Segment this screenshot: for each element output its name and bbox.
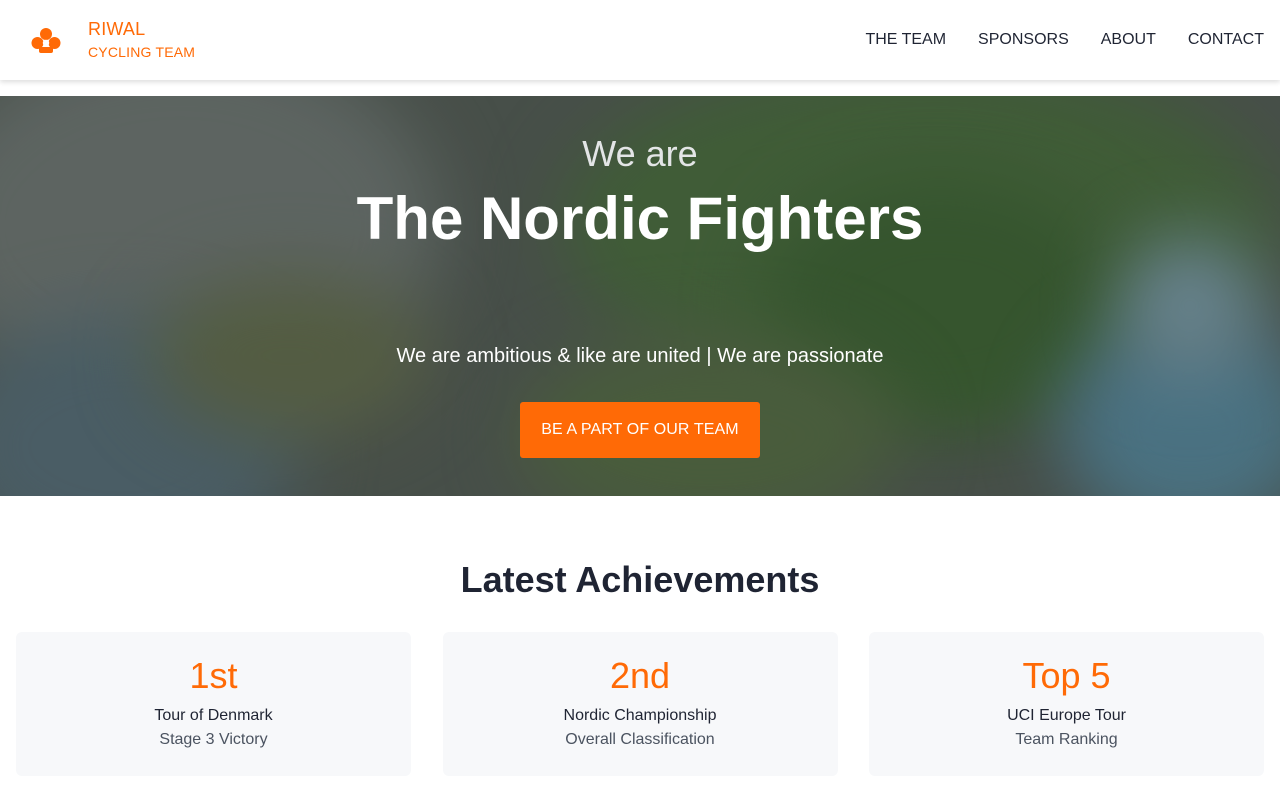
achievement-event: UCI Europe Tour — [1007, 707, 1126, 724]
cyclists-logo-icon — [16, 0, 76, 80]
brand-name: RIWAL — [88, 18, 146, 39]
nav-link-about[interactable]: ABOUT — [1101, 30, 1156, 50]
join-team-button[interactable]: BE A PART OF OUR TEAM — [520, 402, 760, 458]
nav-link-contact[interactable]: CONTACT — [1188, 30, 1264, 50]
brand-link[interactable]: RIWAL CYCLING TEAM — [16, 0, 195, 80]
achievement-card: 1st Tour of Denmark Stage 3 Victory — [16, 632, 411, 776]
achievement-rank: 1st — [189, 655, 238, 696]
achievement-card: 2nd Nordic Championship Overall Classifi… — [442, 632, 838, 776]
achievement-card: Top 5 UCI Europe Tour Team Ranking — [869, 632, 1264, 776]
achievement-event: Nordic Championship — [563, 707, 717, 724]
achievements-title: Latest Achievements — [460, 559, 820, 600]
hero-title: The Nordic Fighters — [356, 185, 924, 252]
site-header: RIWAL CYCLING TEAM THE TEAM SPONSORS ABO… — [0, 0, 1280, 80]
achievement-rank: 2nd — [609, 655, 671, 696]
achievement-event: Tour of Denmark — [154, 707, 273, 724]
achievement-detail: Stage 3 Victory — [159, 731, 268, 748]
hero-content: We are The Nordic Fighters We are ambiti… — [0, 96, 1280, 496]
achievements-list: 1st Tour of Denmark Stage 3 Victory 2nd … — [16, 632, 1264, 776]
achievement-rank: Top 5 — [1022, 655, 1111, 696]
hero-pre-title: We are — [582, 133, 698, 174]
achievement-detail: Overall Classification — [565, 731, 715, 748]
hero-tagline: We are ambitious & like are united | We … — [396, 345, 884, 367]
nav-link-the-team[interactable]: THE TEAM — [865, 30, 946, 50]
hero-section: We are The Nordic Fighters We are ambiti… — [0, 96, 1280, 496]
main-nav: THE TEAM SPONSORS ABOUT CONTACT — [865, 0, 1264, 80]
achievement-detail: Team Ranking — [1015, 731, 1118, 748]
nav-link-sponsors[interactable]: SPONSORS — [978, 30, 1069, 50]
brand-text: RIWAL CYCLING TEAM — [88, 18, 195, 63]
brand-subtitle: CYCLING TEAM — [88, 43, 196, 60]
